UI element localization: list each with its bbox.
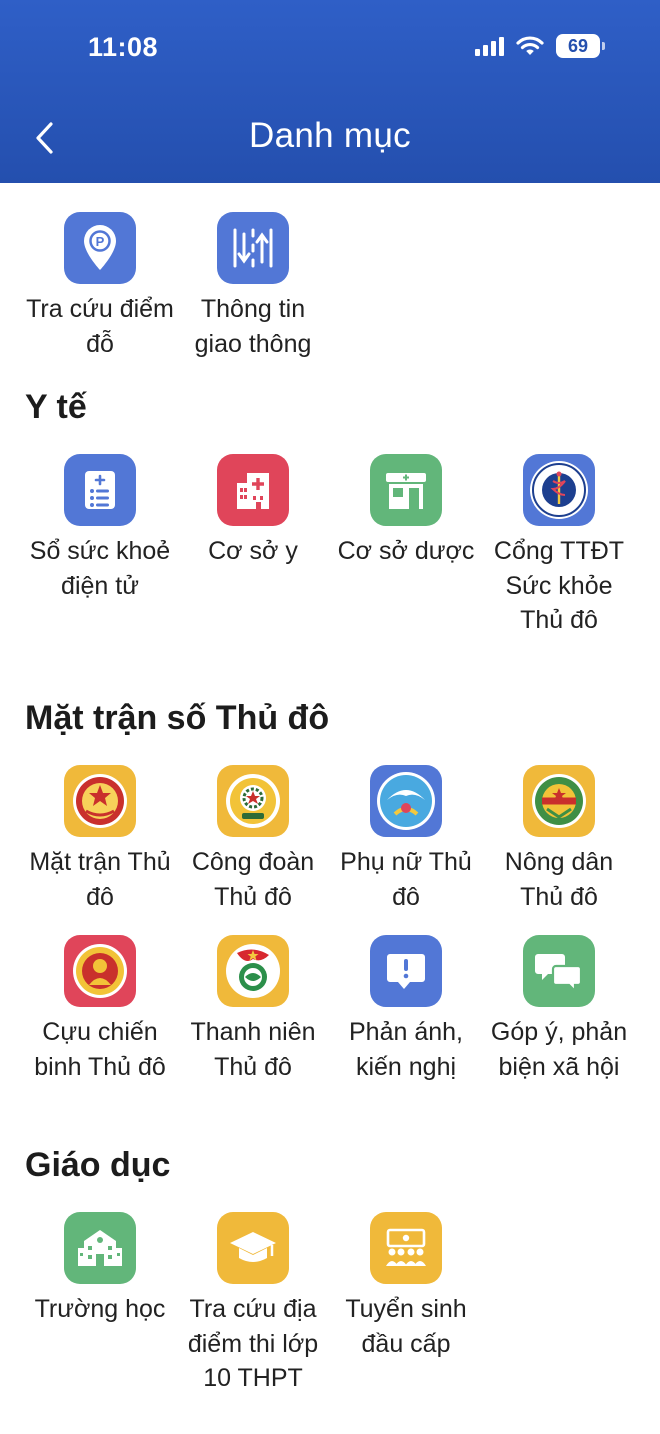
veterans-emblem-icon xyxy=(64,935,136,1007)
tile-label: Tra cứu điểm đỗ xyxy=(26,295,174,358)
tile-label: Cổng TTĐT Sức khỏe Thủ đô xyxy=(493,537,625,634)
tile-so-suc-khoe[interactable]: Sổ sức khoẻ điện tử xyxy=(25,454,175,603)
tile-label: Góp ý, phản biện xã hội xyxy=(490,1018,628,1081)
tile-tra-cuu-diem-do[interactable]: P Tra cứu điểm đỗ xyxy=(25,212,175,361)
tile-nong-dan-thu-do[interactable]: Nông dân Thủ đô xyxy=(484,765,634,914)
tile-label: Cơ sở dược xyxy=(337,537,475,565)
tile-cuu-chien-binh[interactable]: Cựu chiến binh Thủ đô xyxy=(25,935,175,1084)
tile-gop-y-phan-bien[interactable]: Góp ý, phản biện xã hội xyxy=(484,935,634,1084)
tile-cong-ttdt-suc-khoe[interactable]: Cổng TTĐT Sức khỏe Thủ đô xyxy=(484,454,634,638)
traffic-lanes-icon xyxy=(217,212,289,284)
tile-tuyen-sinh-dau-cap[interactable]: Tuyển sinh đầu cấp xyxy=(331,1212,481,1361)
tile-phu-nu-thu-do[interactable]: Phụ nữ Thủ đô xyxy=(331,765,481,914)
tile-label: Thanh niên Thủ đô xyxy=(190,1018,316,1081)
parking-location-icon: P xyxy=(64,212,136,284)
status-time: 11:08 xyxy=(88,32,159,62)
tile-label: Phản ánh, kiến nghị xyxy=(349,1018,463,1081)
tile-label: Tuyển sinh đầu cấp xyxy=(345,1295,467,1358)
section-title-mat-tran: Mặt trận số Thủ đô xyxy=(25,699,330,737)
youth-union-emblem-icon xyxy=(217,935,289,1007)
hospital-icon xyxy=(217,454,289,526)
tile-co-so-y[interactable]: Cơ sở y xyxy=(178,454,328,569)
svg-text:P: P xyxy=(96,234,105,249)
cellular-signal-icon xyxy=(475,36,504,56)
fatherland-front-emblem-icon xyxy=(64,765,136,837)
tile-label: Cơ sở y xyxy=(208,537,298,565)
tile-truong-hoc[interactable]: Trường học xyxy=(25,1212,175,1327)
tile-label: Thông tin giao thông xyxy=(194,295,312,358)
tile-label: Cựu chiến binh Thủ đô xyxy=(34,1018,166,1081)
tile-tra-cuu-dia-diem-thi[interactable]: Tra cứu địa điểm thi lớp 10 THPT xyxy=(178,1212,328,1396)
tile-label: Sổ sức khoẻ điện tử xyxy=(29,537,171,600)
pharmacy-icon xyxy=(370,454,442,526)
classroom-icon xyxy=(370,1212,442,1284)
tile-phan-anh-kien-nghi[interactable]: Phản ánh, kiến nghị xyxy=(331,935,481,1084)
trade-union-emblem-icon xyxy=(217,765,289,837)
status-icons: 69 xyxy=(475,34,605,58)
tile-label: Tra cứu địa điểm thi lớp 10 THPT xyxy=(187,1295,319,1392)
women-union-emblem-icon xyxy=(370,765,442,837)
tile-thanh-nien-thu-do[interactable]: Thanh niên Thủ đô xyxy=(178,935,328,1084)
health-record-icon xyxy=(64,454,136,526)
health-department-emblem-icon xyxy=(523,454,595,526)
tile-cong-doan-thu-do[interactable]: Công đoàn Thủ đô xyxy=(178,765,328,914)
tile-label: Công đoàn Thủ đô xyxy=(191,848,315,911)
tile-mat-tran-thu-do[interactable]: Mặt trận Thủ đô xyxy=(25,765,175,914)
page-title: Danh mục xyxy=(249,116,411,155)
tile-label: Trường học xyxy=(34,1295,166,1323)
chat-bubbles-icon xyxy=(523,935,595,1007)
wifi-icon xyxy=(516,36,544,55)
app-header: 11:08 69 Danh mục xyxy=(0,0,660,183)
farmers-union-emblem-icon xyxy=(523,765,595,837)
feedback-alert-icon xyxy=(370,935,442,1007)
battery-icon: 69 xyxy=(556,34,605,58)
tile-label: Phụ nữ Thủ đô xyxy=(340,848,472,911)
tile-label: Mặt trận Thủ đô xyxy=(29,848,171,911)
graduation-cap-icon xyxy=(217,1212,289,1284)
tile-label: Nông dân Thủ đô xyxy=(504,848,614,911)
tile-thong-tin-giao-thong[interactable]: Thông tin giao thông xyxy=(178,212,328,361)
section-title-y-te: Y tế xyxy=(25,388,87,426)
tile-co-so-duoc[interactable]: Cơ sở dược xyxy=(331,454,481,569)
section-title-giao-duc: Giáo dục xyxy=(25,1146,171,1184)
school-icon xyxy=(64,1212,136,1284)
